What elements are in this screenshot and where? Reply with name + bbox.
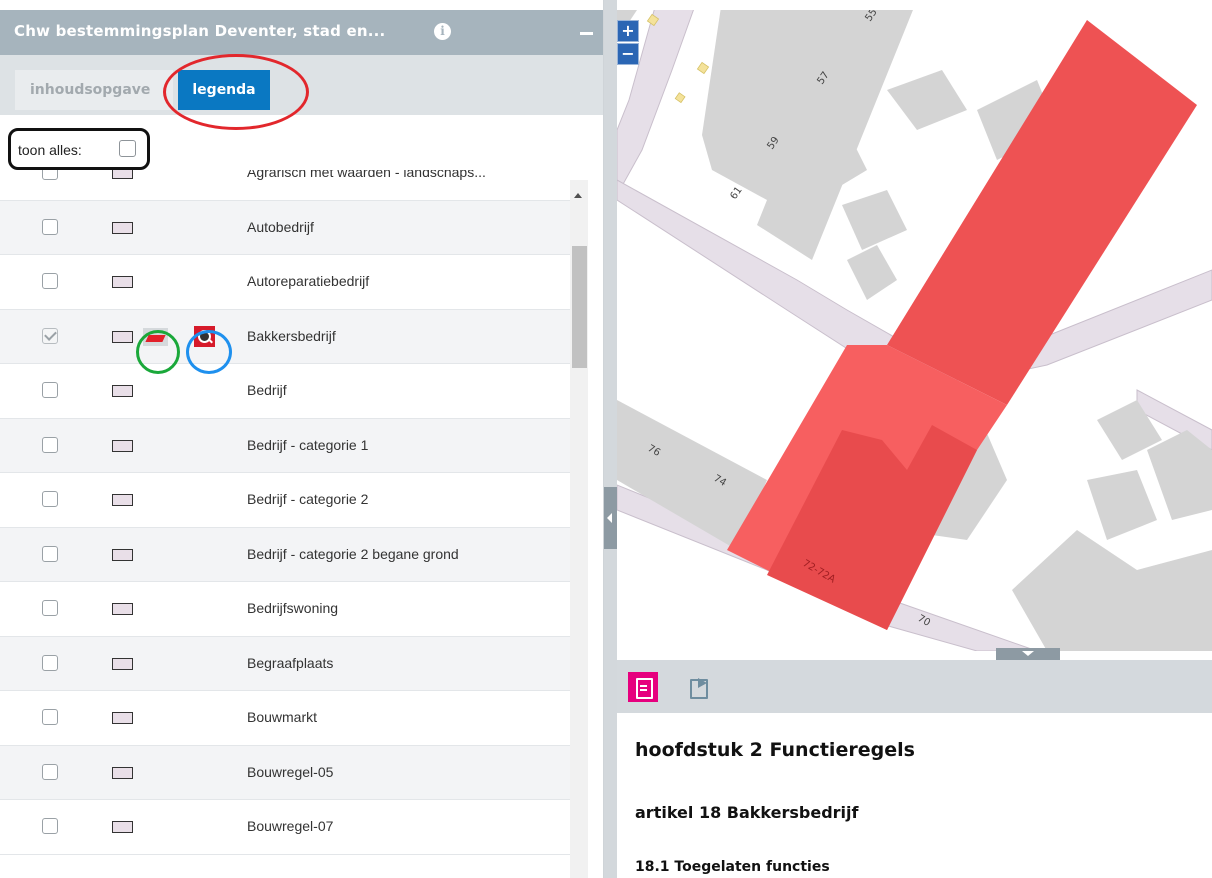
legend-swatch-icon bbox=[112, 170, 133, 179]
legend-item-checkbox[interactable] bbox=[42, 436, 58, 453]
legend-swatch-icon bbox=[112, 548, 133, 561]
legend-item-checkbox[interactable] bbox=[42, 763, 58, 780]
chapter-heading: hoofdstuk 2 Functieregels bbox=[635, 739, 915, 761]
legend-item[interactable]: Bouwregel-07 bbox=[0, 800, 570, 855]
legend-item-label: Autoreparatiebedrijf bbox=[247, 273, 370, 289]
map-view[interactable]: 55 57 59 61 76 74 72-72A 70 + − bbox=[617, 0, 1212, 651]
scroll-up-arrow-icon[interactable] bbox=[574, 193, 582, 198]
legend-item-label: Autobedrijf bbox=[247, 218, 314, 235]
marker-2 bbox=[696, 61, 710, 75]
legend-item[interactable]: Bedrijf - categorie 2 bbox=[0, 473, 570, 528]
legend-item-label: Bedrijfswoning bbox=[247, 600, 339, 616]
legend-item[interactable]: Bakkersbedrijf bbox=[0, 309, 570, 364]
legend-item[interactable]: Autoreparatiebedrijf bbox=[0, 255, 570, 310]
legend-swatch-icon bbox=[112, 766, 133, 779]
legend-item[interactable]: Agrarisch met waarden - landschaps... bbox=[0, 170, 570, 201]
legend-swatch-icon bbox=[112, 821, 133, 833]
legend-item-label: Bedrijf - categorie 2 bbox=[247, 491, 369, 507]
collapse-icon[interactable] bbox=[580, 32, 593, 35]
building-small-5 bbox=[847, 245, 897, 300]
document-icon[interactable] bbox=[628, 672, 658, 702]
legend-item-label: Bouwregel-05 bbox=[247, 763, 334, 780]
legend-item-label: Bedrijf - categorie 1 bbox=[247, 436, 369, 453]
building-small-3 bbox=[842, 190, 907, 250]
zoom-in-button[interactable]: + bbox=[617, 20, 639, 42]
collapse-left-arrow-icon[interactable] bbox=[604, 487, 617, 549]
legend-item[interactable]: Begraafplaats bbox=[0, 636, 570, 691]
building-small-7 bbox=[1147, 430, 1212, 520]
legend-item-checkbox[interactable] bbox=[42, 273, 58, 289]
panel-splitter[interactable] bbox=[604, 0, 617, 878]
panel-title: Chw bestemmingsplan Deventer, stad en... bbox=[14, 22, 386, 40]
legend-item-checkbox[interactable] bbox=[42, 382, 58, 398]
legend-swatch-icon bbox=[112, 385, 133, 397]
legend-item-checkbox[interactable] bbox=[42, 654, 58, 671]
legend-item[interactable]: Bouwregel-05 bbox=[0, 745, 570, 800]
zoom-out-button[interactable]: − bbox=[617, 43, 639, 65]
scrollbar-thumb[interactable] bbox=[572, 246, 587, 368]
article-heading: artikel 18 Bakkersbedrijf bbox=[635, 803, 859, 822]
legend-swatch-icon bbox=[112, 330, 133, 343]
tab-inhoudsopgave[interactable]: inhoudsopgave bbox=[15, 70, 173, 110]
legend-item-label: Bedrijf bbox=[247, 382, 287, 398]
legend-item-label: Bouwmarkt bbox=[247, 709, 318, 725]
detail-toggle-arrow-icon[interactable] bbox=[996, 648, 1060, 660]
legend-item-checkbox[interactable] bbox=[42, 600, 58, 616]
toon-alles-checkbox[interactable] bbox=[119, 140, 136, 157]
house-number-61: 61 bbox=[728, 185, 744, 202]
building-70 bbox=[1012, 530, 1212, 651]
legend-swatch-icon bbox=[112, 494, 133, 506]
building-small-8 bbox=[1087, 470, 1157, 540]
toon-alles-label: toon alles: bbox=[18, 142, 82, 158]
legend-swatch-icon bbox=[112, 657, 133, 670]
legend-item-label: Bouwregel-07 bbox=[247, 818, 334, 834]
legend-item-checkbox[interactable] bbox=[42, 491, 58, 507]
legend-swatch-icon bbox=[112, 276, 133, 288]
legend-list: Agrarisch met waarden - landschaps... Aut… bbox=[0, 170, 570, 878]
legend-item[interactable]: Bedrijf - categorie 2 begane grond bbox=[0, 527, 570, 582]
tab-legenda[interactable]: legenda bbox=[178, 70, 270, 110]
legend-item-label: Bakkersbedrijf bbox=[247, 327, 336, 344]
legend-item-label: Agrarisch met waarden - landschaps... bbox=[247, 170, 486, 180]
legend-item-checkbox[interactable] bbox=[42, 327, 58, 344]
legend-swatch-icon bbox=[112, 221, 133, 234]
legend-item[interactable]: Bedrijfswoning bbox=[0, 582, 570, 637]
legend-item-checkbox[interactable] bbox=[42, 170, 58, 180]
zoom-to-layer-icon[interactable] bbox=[194, 325, 215, 347]
legend-swatch-icon bbox=[112, 603, 133, 615]
building-small-2 bbox=[887, 70, 967, 130]
layer-style-icon[interactable] bbox=[143, 327, 168, 346]
legend-swatch-icon bbox=[112, 439, 133, 452]
legend-item-checkbox[interactable] bbox=[42, 218, 58, 235]
legend-item-label: Bedrijf - categorie 2 begane grond bbox=[247, 545, 459, 562]
legend-panel: Chw bestemmingsplan Deventer, stad en...… bbox=[0, 0, 604, 878]
toon-alles-row: toon alles: bbox=[0, 128, 603, 170]
tab-bar: inhoudsopgave legenda bbox=[0, 55, 603, 115]
map-canvas: 55 57 59 61 76 74 72-72A 70 bbox=[617, 10, 1212, 651]
panel-header: Chw bestemmingsplan Deventer, stad en...… bbox=[0, 10, 603, 55]
detail-content: hoofdstuk 2 Functieregels artikel 18 Bak… bbox=[617, 713, 1212, 878]
info-icon[interactable]: i bbox=[434, 23, 451, 40]
share-icon[interactable] bbox=[689, 676, 709, 699]
marker-3 bbox=[674, 92, 686, 104]
legend-item-checkbox[interactable] bbox=[42, 818, 58, 834]
legend-item[interactable]: Bedrijf bbox=[0, 364, 570, 419]
legend-swatch-icon bbox=[112, 712, 133, 724]
legend-item-checkbox[interactable] bbox=[42, 709, 58, 725]
legend-item[interactable]: Bedrijf - categorie 1 bbox=[0, 418, 570, 473]
legend-item[interactable]: Bouwmarkt bbox=[0, 691, 570, 746]
legend-item-checkbox[interactable] bbox=[42, 545, 58, 562]
section-heading: 18.1 Toegelaten functies bbox=[635, 859, 830, 875]
legend-item-label: Begraafplaats bbox=[247, 654, 334, 671]
legend-item[interactable]: Autobedrijf bbox=[0, 200, 570, 255]
